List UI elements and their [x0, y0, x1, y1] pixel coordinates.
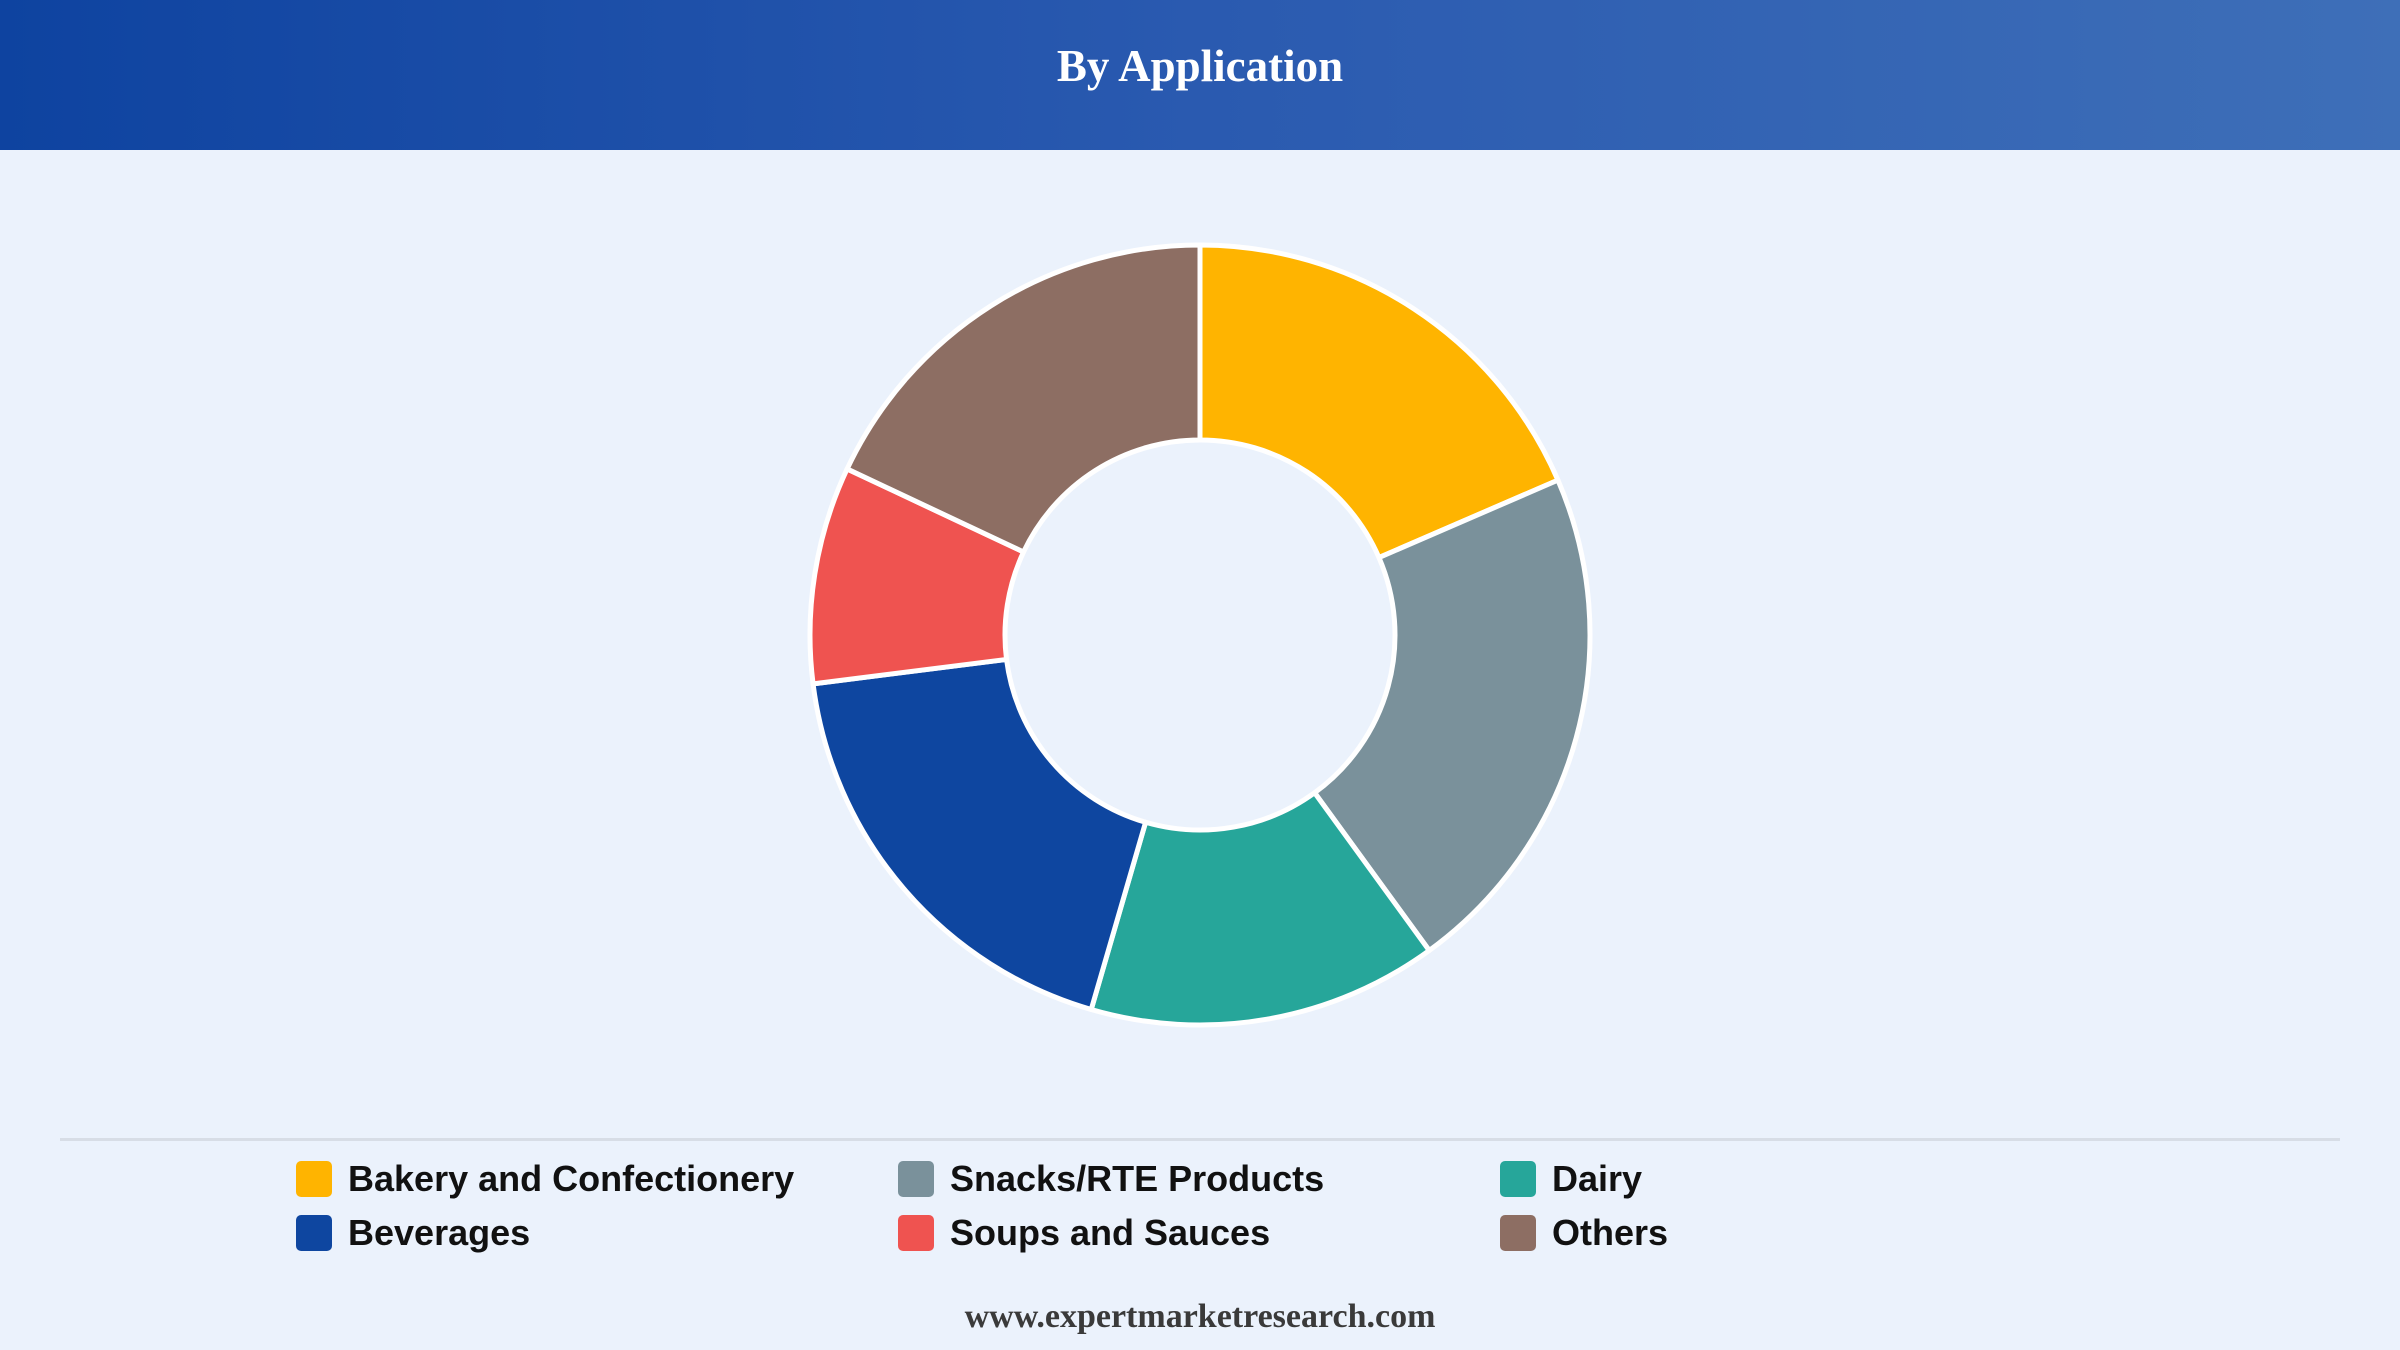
legend-item-beverages[interactable]: Beverages	[296, 1212, 530, 1254]
legend-swatch-beverages	[296, 1215, 332, 1251]
source-url: www.expertmarketresearch.com	[964, 1298, 1436, 1335]
legend-item-soups[interactable]: Soups and Sauces	[898, 1212, 1270, 1254]
legend-label-beverages: Beverages	[348, 1212, 531, 1253]
legend-swatch-snacks	[898, 1161, 934, 1197]
legend-item-bakery[interactable]: Bakery and Confectionery	[296, 1158, 794, 1200]
legend-item-snacks[interactable]: Snacks/RTE Products	[898, 1158, 1324, 1200]
legend-divider	[60, 1138, 2340, 1141]
legend-label-snacks: Snacks/RTE Products	[950, 1158, 1325, 1199]
donut-chart	[807, 242, 1593, 1028]
legend-label-soups: Soups and Sauces	[950, 1212, 1271, 1253]
legend-swatch-dairy	[1500, 1161, 1536, 1197]
legend-swatch-soups	[898, 1215, 934, 1251]
legend-swatch-others	[1500, 1215, 1536, 1251]
legend-item-others[interactable]: Others	[1500, 1212, 1668, 1254]
legend-swatch-bakery	[296, 1161, 332, 1197]
legend-item-dairy[interactable]: Dairy	[1500, 1158, 1642, 1200]
legend-label-dairy: Dairy	[1552, 1158, 1643, 1199]
legend-label-bakery: Bakery and Confectionery	[348, 1158, 795, 1199]
legend-label-others: Others	[1552, 1212, 1669, 1253]
donut-slice-beverages[interactable]	[810, 656, 1149, 1013]
